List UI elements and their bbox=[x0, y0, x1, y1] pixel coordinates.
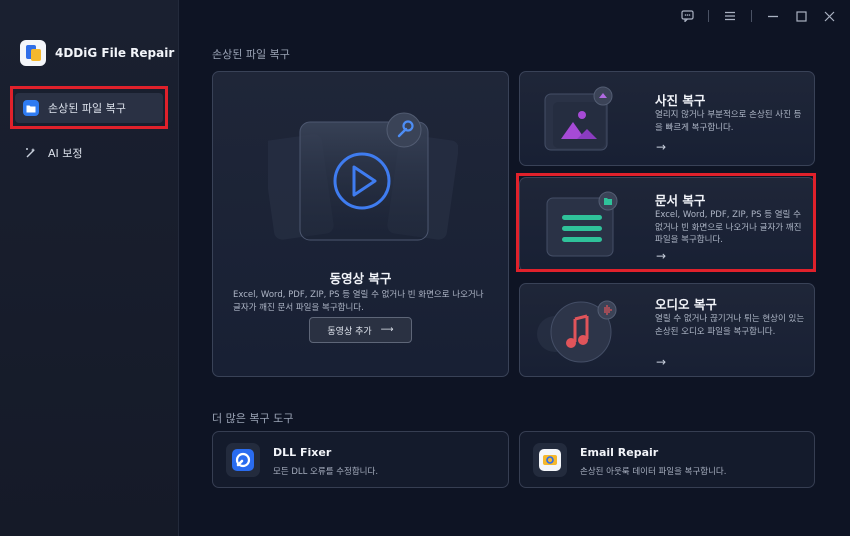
photo-repair-title: 사진 복구 bbox=[655, 93, 706, 108]
add-video-button[interactable]: 동영상 추가 ⟶ bbox=[309, 317, 412, 343]
photo-illustration bbox=[544, 86, 613, 151]
window-controls bbox=[680, 9, 836, 23]
brand: 4DDiG File Repair bbox=[20, 40, 174, 66]
photo-repair-card[interactable]: 사진 복구 열리지 않거나 부분적으로 손상된 사진 등을 빠르게 복구합니다.… bbox=[519, 71, 815, 166]
app-logo-icon bbox=[20, 40, 46, 66]
arrow-right-icon: → bbox=[656, 355, 667, 369]
video-illustration bbox=[268, 112, 458, 241]
dll-fixer-description: 모든 DLL 오류를 수정합니다. bbox=[273, 467, 379, 477]
photo-repair-description: 열리지 않거나 부분적으로 손상된 사진 등을 빠르게 복구합니다. bbox=[655, 110, 802, 133]
audio-illustration bbox=[537, 300, 617, 363]
feedback-icon[interactable] bbox=[680, 9, 694, 23]
app-name: 4DDiG File Repair bbox=[55, 46, 175, 60]
minimize-icon[interactable] bbox=[766, 9, 780, 23]
sidebar-item-label: AI 보정 bbox=[48, 147, 83, 160]
dll-fixer-title: DLL Fixer bbox=[273, 446, 332, 459]
video-repair-card[interactable]: 동영상 복구 Excel, Word, PDF, ZIP, PS 등 열릴 수 … bbox=[212, 71, 509, 377]
maximize-icon[interactable] bbox=[794, 9, 808, 23]
highlight-box-document bbox=[516, 173, 816, 272]
video-repair-title: 동영상 복구 bbox=[329, 271, 392, 286]
dll-fixer-icon bbox=[226, 443, 260, 477]
section-title: 손상된 파일 복구 bbox=[212, 48, 290, 61]
close-icon[interactable] bbox=[822, 9, 836, 23]
magic-wand-icon bbox=[23, 145, 39, 161]
more-tools-title: 더 많은 복구 도구 bbox=[212, 412, 294, 425]
audio-repair-description: 열릴 수 없거나 끊기거나 튀는 현상이 있는 손상된 오디오 파일을 복구합니… bbox=[655, 314, 805, 337]
email-repair-description: 손상된 아웃룩 데이터 파일을 복구합니다. bbox=[580, 467, 727, 477]
arrow-right-icon: → bbox=[656, 140, 667, 154]
dll-fixer-card[interactable]: DLL Fixer 모든 DLL 오류를 수정합니다. bbox=[212, 431, 509, 488]
highlight-box-sidebar bbox=[10, 86, 168, 129]
titlebar-divider bbox=[708, 10, 709, 22]
sidebar-item-ai-enhance[interactable]: AI 보정 bbox=[15, 138, 163, 168]
arrow-right-icon: ⟶ bbox=[380, 325, 394, 335]
sidebar: 4DDiG File Repair 손상된 파일 복구 AI 보정 bbox=[0, 0, 179, 536]
audio-repair-card[interactable]: 오디오 복구 열릴 수 없거나 끊기거나 튀는 현상이 있는 손상된 오디오 파… bbox=[519, 283, 815, 377]
add-video-button-label: 동영상 추가 bbox=[327, 326, 372, 337]
audio-repair-title: 오디오 복구 bbox=[655, 297, 717, 312]
email-repair-icon bbox=[533, 443, 567, 477]
email-repair-title: Email Repair bbox=[580, 446, 659, 459]
titlebar-divider bbox=[751, 10, 752, 22]
email-repair-card[interactable]: Email Repair 손상된 아웃룩 데이터 파일을 복구합니다. bbox=[519, 431, 815, 488]
video-repair-description: Excel, Word, PDF, ZIP, PS 등 열릴 수 없거나 빈 화… bbox=[233, 290, 484, 313]
menu-icon[interactable] bbox=[723, 9, 737, 23]
